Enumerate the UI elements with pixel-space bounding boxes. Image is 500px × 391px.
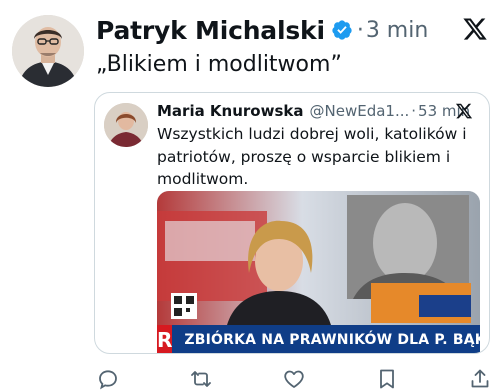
quoted-media-image[interactable]: R ZBIÓRKA NA PRAWNIKÓW DLA P. BĄKIEWICZA [157, 191, 480, 353]
timestamp[interactable]: 3 min [366, 18, 428, 43]
channel-logo: R [157, 325, 173, 353]
tweet-text: „Blikiem i modlitwom” [96, 52, 342, 77]
tweet-actions [96, 366, 492, 391]
quoted-tweet-card[interactable]: Maria Knurowska @NewEda1... · 53 min Wsz… [94, 92, 490, 354]
author-name[interactable]: Patryk Michalski [96, 16, 325, 45]
share-icon[interactable] [468, 367, 492, 391]
retweet-icon[interactable] [189, 367, 213, 391]
separator-dot: · [356, 17, 364, 43]
quoted-tweet-text: Wszystkich ludzi dobrej woli, katolików … [157, 125, 467, 188]
quoted-author-line: Maria Knurowska @NewEda1... · 53 min [157, 101, 470, 121]
like-icon[interactable] [282, 367, 306, 391]
quoted-x-logo-icon[interactable] [455, 102, 473, 120]
x-logo-icon[interactable] [462, 16, 488, 42]
quoted-author-avatar[interactable] [104, 103, 148, 147]
reply-icon[interactable] [96, 367, 120, 391]
verified-badge-icon [332, 20, 352, 40]
quoted-author-name[interactable]: Maria Knurowska [157, 102, 304, 120]
author-avatar[interactable] [12, 15, 84, 87]
quoted-separator-dot: · [411, 102, 417, 120]
news-ticker: R ZBIÓRKA NA PRAWNIKÓW DLA P. BĄKIEWICZA [157, 325, 480, 353]
author-line: Patryk Michalski · 3 min [96, 12, 428, 48]
quoted-author-handle[interactable]: @NewEda1... [310, 102, 410, 120]
bookmark-icon[interactable] [375, 367, 399, 391]
ticker-text: ZBIÓRKA NA PRAWNIKÓW DLA P. BĄKIEWICZA [184, 332, 480, 348]
